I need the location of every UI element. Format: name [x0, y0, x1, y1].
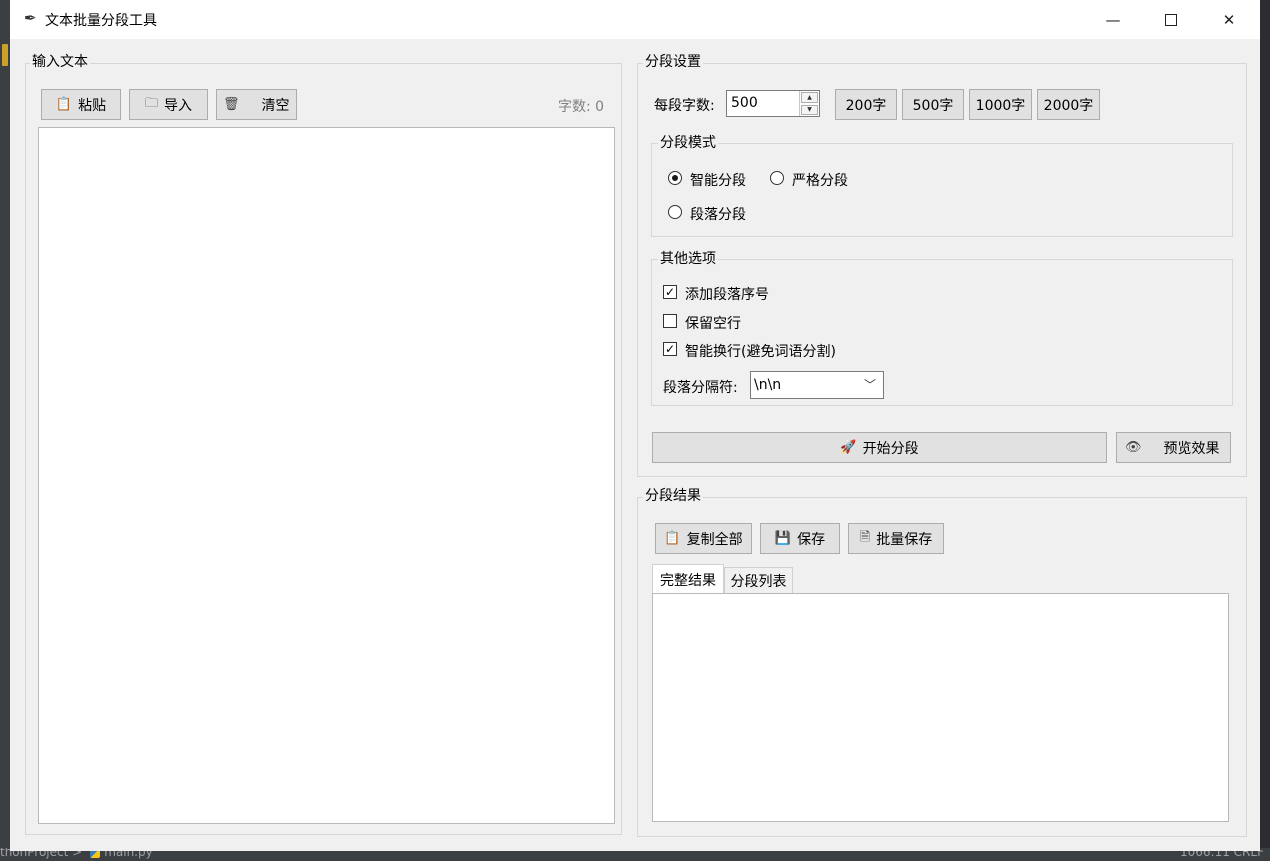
- spin-down-icon[interactable]: ▼: [801, 104, 818, 115]
- preset-200-label: 200字: [845, 97, 887, 114]
- clear-button[interactable]: 🗑 清空: [216, 89, 297, 120]
- import-button[interactable]: 🗀 导入: [129, 89, 208, 120]
- preset-2000-button[interactable]: 2000字: [1037, 89, 1100, 120]
- eye-icon: 👁: [1125, 440, 1142, 455]
- batch-save-button[interactable]: 🗎 批量保存: [848, 523, 944, 554]
- close-icon: ✕: [1222, 10, 1236, 29]
- mode-smart-label: 智能分段: [690, 173, 746, 189]
- clipboard-icon: 📋: [664, 531, 681, 546]
- tab-full-result[interactable]: 完整结果: [652, 564, 724, 594]
- feather-icon: ✒: [24, 9, 37, 27]
- clear-label: 清空: [261, 97, 290, 114]
- smart-wrap-label: 智能换行(避免词语分割): [685, 344, 836, 360]
- chars-per-segment-value: 500: [731, 95, 758, 111]
- copy-all-label: 复制全部: [686, 531, 743, 548]
- folder-icon: 🗀: [144, 95, 158, 111]
- ide-left-strip: [0, 0, 10, 848]
- batch-save-label: 批量保存: [876, 531, 933, 548]
- keep-blank-label: 保留空行: [685, 316, 741, 332]
- settings-group-label: 分段设置: [643, 54, 703, 70]
- trash-icon: 🗑: [223, 97, 240, 112]
- window-title: 文本批量分段工具: [45, 13, 157, 29]
- preset-1000-label: 1000字: [975, 97, 1026, 114]
- chevron-down-icon[interactable]: ﹀: [864, 376, 876, 393]
- checkbox-checked-icon[interactable]: ✓: [663, 342, 677, 356]
- start-segment-label: 开始分段: [862, 440, 919, 457]
- char-count: 字数: 0: [558, 99, 605, 115]
- checkbox-checked-icon[interactable]: ✓: [663, 285, 677, 299]
- tab-segment-list-label: 分段列表: [730, 573, 787, 590]
- maximize-icon: [1165, 13, 1177, 26]
- preset-200-button[interactable]: 200字: [835, 89, 897, 120]
- mode-paragraph-radio[interactable]: 段落分段: [668, 204, 758, 223]
- radio-icon[interactable]: [668, 205, 682, 219]
- separator-label: 段落分隔符:: [663, 380, 738, 396]
- app-window: ✒ 文本批量分段工具 — ✕ 输入文本 📋 粘贴 🗀 导入 🗑 清空 字数: 0 分段…: [10, 0, 1260, 851]
- minimize-button[interactable]: —: [1084, 0, 1142, 39]
- tab-full-result-label: 完整结果: [660, 572, 716, 589]
- checkbox-icon[interactable]: [663, 314, 677, 328]
- import-label: 导入: [164, 97, 192, 114]
- copy-all-button[interactable]: 📋 复制全部: [655, 523, 752, 554]
- rocket-icon: 🚀: [840, 440, 857, 455]
- result-textarea[interactable]: [652, 593, 1229, 822]
- preset-2000-label: 2000字: [1043, 97, 1094, 114]
- mode-strict-label: 严格分段: [792, 173, 848, 189]
- save-button[interactable]: 💾 保存: [760, 523, 840, 554]
- close-button[interactable]: ✕: [1200, 0, 1258, 39]
- radio-icon[interactable]: [770, 171, 784, 185]
- add-numbers-label: 添加段落序号: [685, 287, 769, 303]
- mode-paragraph-label: 段落分段: [690, 207, 746, 223]
- mode-group-label: 分段模式: [658, 135, 718, 151]
- spin-arrows[interactable]: ▲ ▼: [799, 91, 819, 116]
- maximize-button[interactable]: [1142, 0, 1200, 39]
- result-group-label: 分段结果: [643, 488, 703, 504]
- add-numbers-checkbox[interactable]: ✓ 添加段落序号: [663, 284, 863, 303]
- preview-label: 预览效果: [1163, 440, 1220, 457]
- ide-folder-marker: [2, 44, 8, 66]
- ide-right-strip: [1260, 0, 1270, 848]
- preset-500-button[interactable]: 500字: [902, 89, 964, 120]
- preset-1000-button[interactable]: 1000字: [969, 89, 1032, 120]
- minimize-icon: —: [1105, 10, 1121, 29]
- input-textarea[interactable]: [38, 127, 615, 824]
- preset-500-label: 500字: [912, 97, 954, 114]
- keep-blank-checkbox[interactable]: 保留空行: [663, 313, 863, 332]
- chars-per-segment-label: 每段字数:: [654, 98, 715, 114]
- mode-smart-radio[interactable]: 智能分段: [668, 170, 758, 189]
- radio-selected-icon[interactable]: [668, 171, 682, 185]
- input-group-label: 输入文本: [30, 54, 90, 70]
- separator-value: \n\n: [754, 377, 782, 393]
- tab-segment-list[interactable]: 分段列表: [724, 567, 793, 593]
- paste-label: 粘贴: [78, 97, 107, 114]
- separator-combobox[interactable]: \n\n ﹀: [750, 371, 884, 399]
- save-label: 保存: [797, 531, 826, 548]
- preview-button[interactable]: 👁 预览效果: [1116, 432, 1231, 463]
- smart-wrap-checkbox[interactable]: ✓ 智能换行(避免词语分割): [663, 341, 883, 360]
- document-icon: 🗎: [859, 529, 871, 545]
- paste-button[interactable]: 📋 粘贴: [41, 89, 121, 120]
- title-bar[interactable]: ✒ 文本批量分段工具 — ✕: [10, 0, 1260, 39]
- mode-strict-radio[interactable]: 严格分段: [770, 170, 860, 189]
- other-options-label: 其他选项: [658, 251, 718, 267]
- chars-per-segment-spinbox[interactable]: 500 ▲ ▼: [726, 90, 820, 117]
- spin-up-icon[interactable]: ▲: [801, 92, 818, 103]
- start-segment-button[interactable]: 🚀 开始分段: [652, 432, 1107, 463]
- clipboard-icon: 📋: [55, 97, 73, 112]
- floppy-disk-icon: 💾: [774, 531, 792, 546]
